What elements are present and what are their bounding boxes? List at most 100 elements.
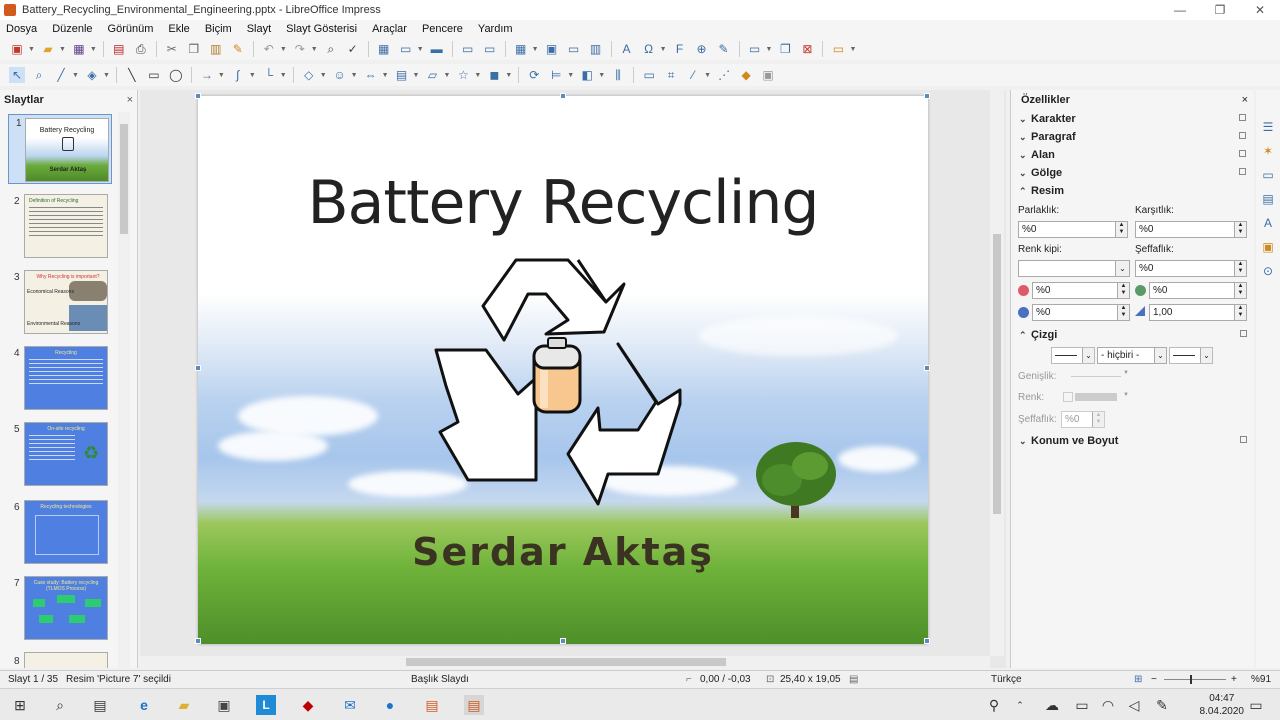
ellipse-icon[interactable]: ◯ bbox=[168, 67, 184, 83]
more-options-icon[interactable] bbox=[1240, 436, 1247, 443]
chart-icon[interactable]: ▥ bbox=[588, 41, 604, 57]
line-color-icon[interactable]: ╱ bbox=[53, 67, 69, 83]
menu-help[interactable]: Yardım bbox=[478, 23, 513, 35]
section-paragraph[interactable]: ⌄ Paragraf bbox=[1011, 128, 1254, 146]
filter-icon[interactable]: ⁄ bbox=[685, 67, 701, 83]
line-icon[interactable]: ╲ bbox=[124, 67, 140, 83]
red-field[interactable]: %0 ▲ ▼ bbox=[1032, 282, 1130, 299]
antivirus-icon[interactable]: ◆ bbox=[298, 695, 318, 715]
new-slide-icon[interactable]: ▭ bbox=[747, 41, 763, 57]
vertical-scrollbar[interactable] bbox=[990, 90, 1004, 656]
spin-arrows-icon[interactable]: ▲ ▼ bbox=[1117, 283, 1129, 298]
symbol-shapes-icon[interactable]: ☺ bbox=[332, 67, 348, 83]
special-char-icon[interactable]: Ω bbox=[641, 41, 657, 57]
scrollbar-thumb[interactable] bbox=[406, 658, 726, 666]
fit-slide-icon[interactable]: ⊞ bbox=[1134, 674, 1142, 685]
textbox-icon[interactable]: A bbox=[619, 41, 635, 57]
section-shadow[interactable]: ⌄ Gölge bbox=[1011, 164, 1254, 182]
slide-canvas[interactable]: Battery Recycling Serdar Aktaş bbox=[198, 96, 928, 644]
pen-icon[interactable]: ✎ bbox=[1152, 695, 1172, 715]
maximize-button[interactable]: ❐ bbox=[1200, 0, 1240, 20]
zoom-in-icon[interactable]: + bbox=[1231, 674, 1237, 685]
menu-file[interactable]: Dosya bbox=[6, 23, 37, 35]
brightness-field[interactable]: %0 ▲ ▼ bbox=[1018, 221, 1128, 238]
search-icon[interactable]: ⌕ bbox=[50, 695, 70, 715]
more-options-icon[interactable] bbox=[1239, 114, 1246, 121]
contrast-field[interactable]: %0 ▲ ▼ bbox=[1135, 221, 1247, 238]
delete-slide-icon[interactable]: ⊠ bbox=[799, 41, 815, 57]
table-icon[interactable]: ▦ bbox=[513, 41, 529, 57]
slide-thumb-5[interactable]: 5 On-site recycling ♻ bbox=[0, 422, 120, 492]
line-start-style[interactable]: ⌄ bbox=[1051, 347, 1095, 364]
slide-layout-icon[interactable]: ▭ bbox=[830, 41, 846, 57]
slide-thumb-6[interactable]: 6 Recycling technologies bbox=[0, 500, 120, 570]
language-status[interactable]: Türkçe bbox=[991, 674, 1022, 685]
slide-subtitle[interactable]: Serdar Aktaş bbox=[198, 530, 928, 574]
store-icon[interactable]: ▣ bbox=[214, 695, 234, 715]
properties-tab-icon[interactable]: ☰ bbox=[1260, 120, 1276, 136]
app-l-icon[interactable]: L bbox=[256, 695, 276, 715]
more-options-icon[interactable] bbox=[1239, 150, 1246, 157]
slide-title[interactable]: Battery Recycling bbox=[198, 168, 928, 238]
rectangle-icon[interactable]: ▭ bbox=[146, 67, 162, 83]
close-slides-pane-icon[interactable]: × bbox=[127, 94, 133, 106]
lines-arrows-icon[interactable]: → bbox=[199, 67, 215, 83]
curves-icon[interactable]: ∫ bbox=[230, 67, 246, 83]
green-field[interactable]: %0 ▲ ▼ bbox=[1149, 282, 1247, 299]
people-icon[interactable]: ⚲ bbox=[984, 695, 1004, 715]
line-color-icon[interactable] bbox=[1063, 392, 1073, 402]
slide-thumb-2[interactable]: 2 Definition of Recycling bbox=[0, 194, 120, 264]
block-arrows-icon[interactable]: ⇔ bbox=[363, 67, 379, 83]
gamma-field[interactable]: 1,00 ▲ ▼ bbox=[1149, 304, 1247, 321]
menu-view[interactable]: Görünüm bbox=[108, 23, 154, 35]
edge-browser-icon[interactable]: e bbox=[134, 695, 154, 715]
battery-icon[interactable]: ▭ bbox=[1072, 695, 1092, 715]
connectors-icon[interactable]: └ bbox=[261, 67, 277, 83]
shadow-icon[interactable]: ▭ bbox=[641, 67, 657, 83]
slide-thumb-4[interactable]: 4 Recycling bbox=[0, 346, 120, 416]
copy-icon[interactable]: ❐ bbox=[186, 41, 202, 57]
zoom-out-icon[interactable]: − bbox=[1151, 674, 1157, 685]
slide-thumb-1[interactable]: 1 Battery Recycling Serdar Aktaş bbox=[0, 114, 120, 184]
animation-tab-icon[interactable]: ▭ bbox=[1260, 168, 1276, 184]
save-icon[interactable]: ▦ bbox=[71, 41, 87, 57]
line-transparency-field[interactable]: %0 ▲ ▼ bbox=[1061, 411, 1105, 428]
image-icon[interactable]: ▣ bbox=[544, 41, 560, 57]
slides-scrollbar[interactable] bbox=[118, 112, 130, 668]
menu-slideshow[interactable]: Slayt Gösterisi bbox=[286, 23, 357, 35]
close-sidebar-icon[interactable]: × bbox=[1242, 94, 1248, 106]
onedrive-icon[interactable]: ☁ bbox=[1042, 695, 1062, 715]
paste-icon[interactable]: ▥ bbox=[208, 41, 224, 57]
more-options-icon[interactable] bbox=[1240, 330, 1247, 337]
distribute-icon[interactable]: ⫼ bbox=[610, 67, 626, 83]
select-icon[interactable]: ↖ bbox=[9, 67, 25, 83]
libreoffice-draw-icon[interactable]: ▤ bbox=[422, 695, 442, 715]
spin-arrows-icon[interactable]: ▲ ▼ bbox=[1092, 412, 1104, 427]
zoom-pan-icon[interactable]: ⌕ bbox=[31, 67, 47, 83]
minimize-button[interactable]: — bbox=[1160, 0, 1200, 20]
selection-handle[interactable] bbox=[924, 365, 930, 371]
fill-color-icon[interactable]: ◈ bbox=[84, 67, 100, 83]
volume-icon[interactable]: ◁ bbox=[1124, 695, 1144, 715]
selection-handle[interactable] bbox=[560, 638, 566, 644]
slide-thumb-8[interactable]: 8 bbox=[0, 652, 120, 668]
chevron-down-icon[interactable]: ▼ bbox=[1123, 392, 1129, 398]
line-color-swatch[interactable] bbox=[1075, 393, 1117, 401]
spin-arrows-icon[interactable]: ▲ ▼ bbox=[1234, 261, 1246, 276]
scrollbar-thumb[interactable] bbox=[993, 234, 1001, 514]
section-line[interactable]: ⌃ Çizgi bbox=[1011, 326, 1255, 344]
menu-insert[interactable]: Ekle bbox=[168, 23, 189, 35]
wifi-icon[interactable]: ◠ bbox=[1098, 695, 1118, 715]
selected-slide-thumb[interactable]: Battery Recycling Serdar Aktaş bbox=[8, 114, 112, 184]
grid-icon[interactable]: ▦ bbox=[376, 41, 392, 57]
show-hidden-icons[interactable]: ⌃ bbox=[1010, 695, 1030, 715]
basic-shapes-icon[interactable]: ◇ bbox=[301, 67, 317, 83]
spin-arrows-icon[interactable]: ▲ ▼ bbox=[1117, 305, 1129, 320]
notifications-icon[interactable]: ▭ bbox=[1246, 695, 1266, 715]
libreoffice-impress-icon[interactable]: ▤ bbox=[464, 695, 484, 715]
menu-format[interactable]: Biçim bbox=[205, 23, 232, 35]
arrange-icon[interactable]: ◧ bbox=[579, 67, 595, 83]
recycle-battery-icon[interactable] bbox=[428, 254, 698, 506]
line-width-sample[interactable] bbox=[1071, 376, 1121, 377]
spin-arrows-icon[interactable]: ▲ ▼ bbox=[1234, 222, 1246, 237]
